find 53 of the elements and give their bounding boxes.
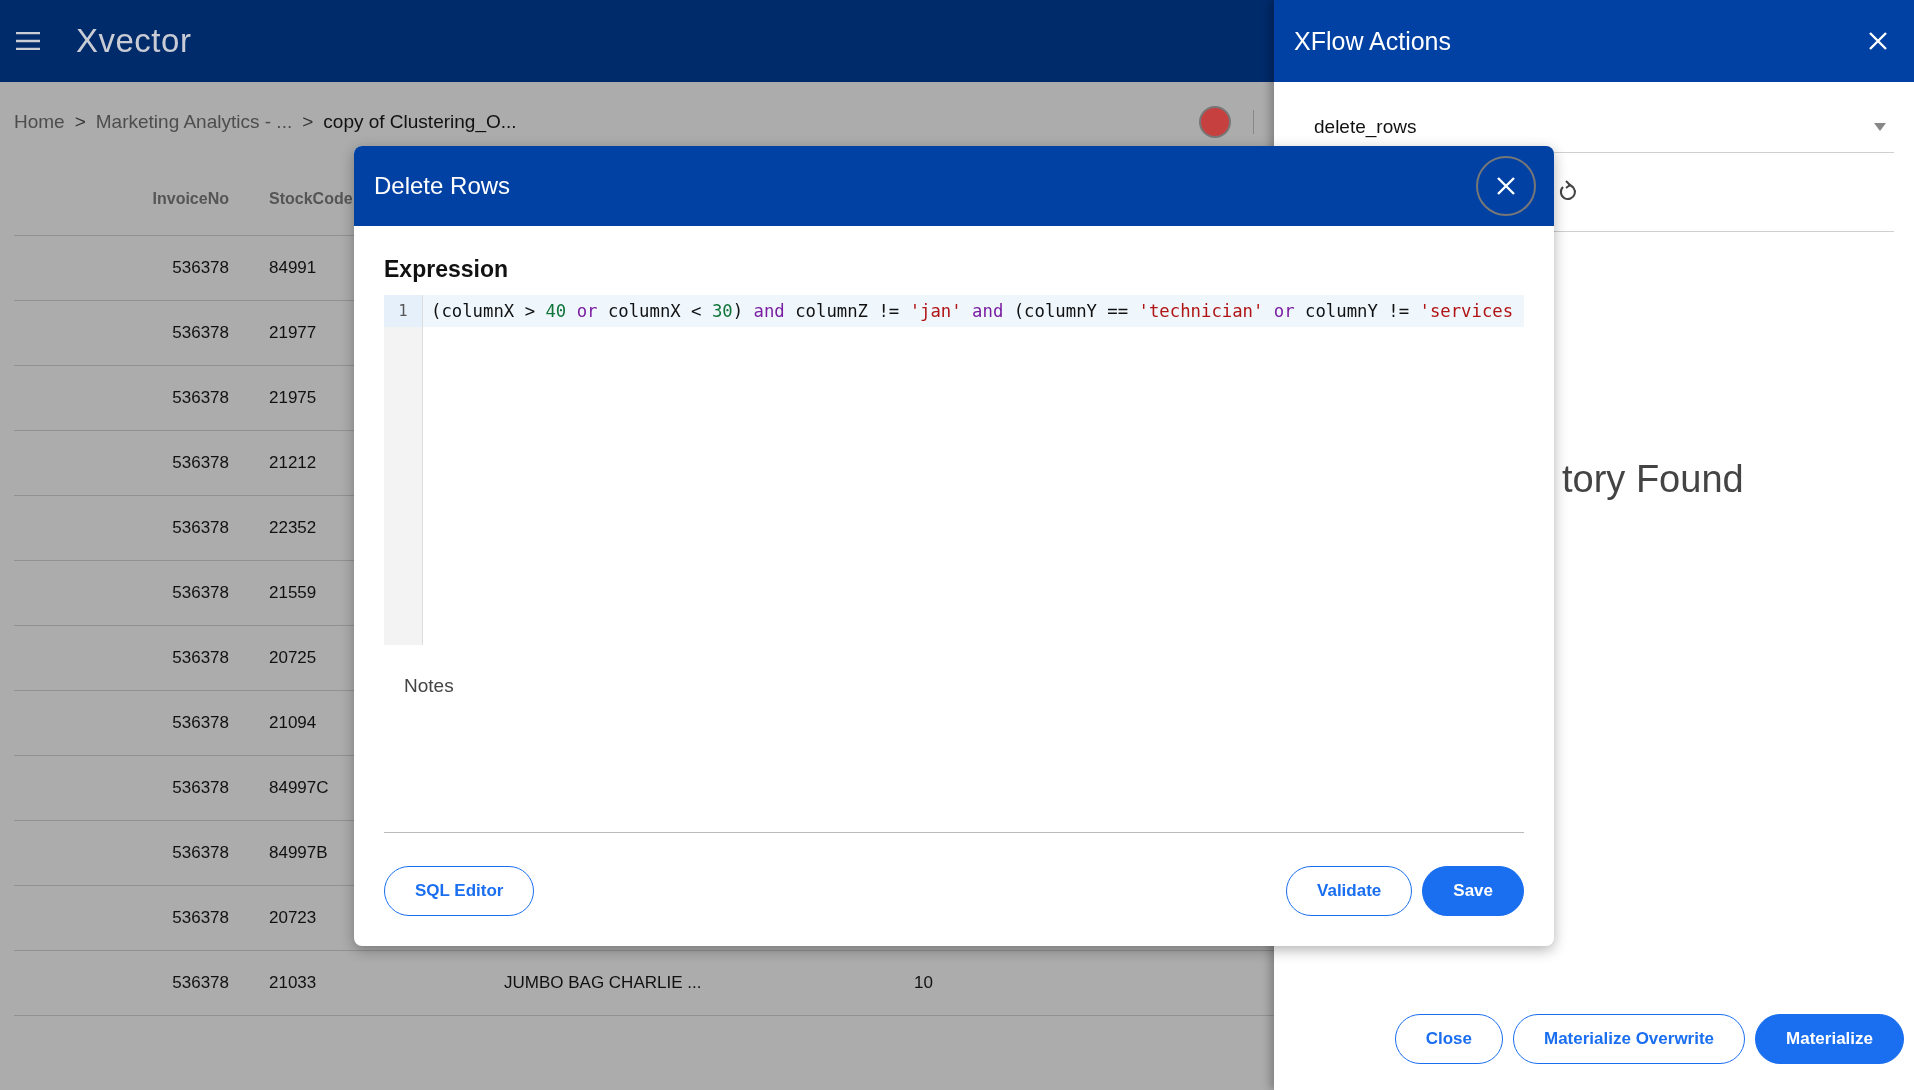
table-cell: 22352 bbox=[269, 518, 317, 537]
dialog-button[interactable]: Save bbox=[1422, 866, 1524, 916]
breadcrumb-separator: > bbox=[74, 111, 86, 133]
table-cell-text: 536378 bbox=[171, 908, 229, 928]
table-cell-text: 536378 bbox=[171, 778, 229, 798]
breadcrumb-link[interactable]: Home bbox=[14, 111, 65, 133]
table-cell-text: 536378 bbox=[171, 453, 229, 473]
table-cell: 21975 bbox=[269, 388, 317, 407]
table-cell-text: 536378 bbox=[171, 323, 229, 343]
table-cell: 84991 bbox=[269, 258, 317, 277]
drawer-button[interactable]: Close bbox=[1394, 1014, 1503, 1064]
expression-label: Expression bbox=[384, 256, 509, 283]
column-header: StockCode bbox=[269, 189, 353, 207]
table-cell-text: JUMBO BAG CHARLIE ... bbox=[504, 973, 703, 993]
table-cell: 21094 bbox=[269, 713, 317, 732]
dialog-title: Delete Rows bbox=[374, 172, 511, 200]
code-editor[interactable]: 1 (columnX > 40 or columnX < 30) and columnZ != 'jan' and (columnY == 'technician' or columnY != 'services bbox=[384, 295, 1524, 645]
breadcrumb-separator: > bbox=[302, 111, 314, 133]
dialog-button[interactable]: Validate bbox=[1286, 866, 1413, 916]
table-cell-text: 536378 bbox=[171, 648, 229, 668]
close-icon[interactable] bbox=[1868, 31, 1888, 51]
drawer-button[interactable]: Materialize Overwrite bbox=[1513, 1014, 1746, 1064]
notes-field[interactable]: Notes bbox=[384, 651, 1524, 833]
table-cell: 21212 bbox=[269, 453, 317, 472]
table-cell-text: 536378 bbox=[171, 388, 229, 408]
table-cell: 21559 bbox=[269, 583, 317, 602]
column-header: InvoiceNo bbox=[151, 189, 229, 208]
table-cell-text: 536378 bbox=[171, 518, 229, 538]
table-cell-text: 536378 bbox=[171, 258, 229, 278]
table-cell: 21033 bbox=[269, 973, 317, 992]
table-cell-text: 536378 bbox=[171, 713, 229, 733]
dialog-button[interactable]: SQL Editor bbox=[384, 866, 535, 916]
close-button[interactable] bbox=[1476, 156, 1536, 216]
table-cell: 84997B bbox=[269, 843, 328, 862]
breadcrumb-link[interactable]: copy of Clustering_O... bbox=[323, 111, 517, 133]
dropdown-caret-icon bbox=[1874, 123, 1886, 131]
table-cell-text: 536378 bbox=[171, 973, 229, 993]
table-cell-text: 536378 bbox=[171, 583, 229, 603]
table-cell: 84997C bbox=[269, 778, 329, 797]
table-cell-text: 536378 bbox=[171, 843, 229, 863]
breadcrumb-link[interactable]: Marketing Analytics - ... bbox=[95, 111, 293, 133]
table-cell: 20725 bbox=[269, 648, 317, 667]
drawer-button[interactable]: Materialize bbox=[1755, 1014, 1904, 1064]
close-icon bbox=[1496, 176, 1516, 196]
table-cell: 20723 bbox=[269, 908, 317, 927]
table-cell: 10 bbox=[914, 973, 933, 993]
line-number: 1 bbox=[384, 295, 422, 327]
app-logo: Xvector bbox=[76, 22, 192, 60]
empty-message: tory Found bbox=[1561, 458, 1745, 501]
notes-label: Notes bbox=[404, 675, 455, 697]
drawer-title: XFlow Actions bbox=[1294, 26, 1451, 56]
table-cell: 21977 bbox=[269, 323, 317, 342]
menu-icon[interactable] bbox=[16, 32, 40, 50]
